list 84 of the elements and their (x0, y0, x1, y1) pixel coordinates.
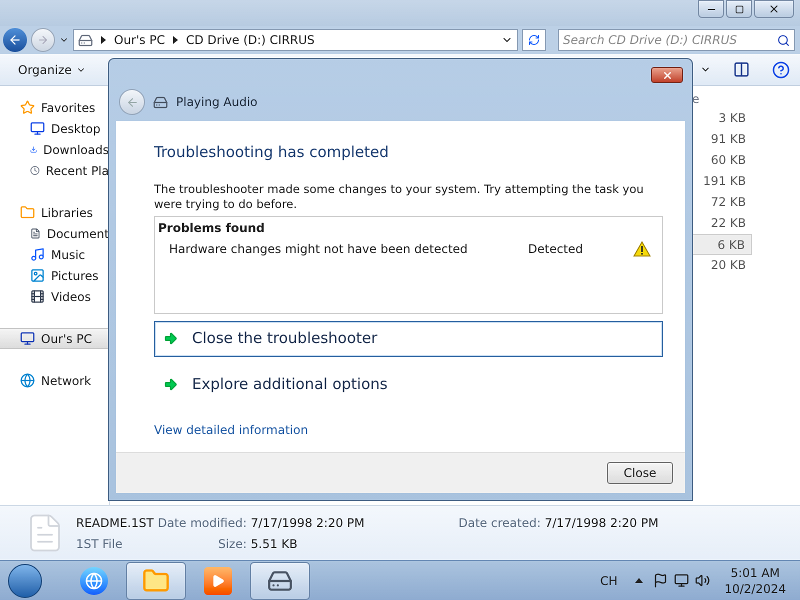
start-button[interactable] (8, 564, 42, 598)
problem-text: Hardware changes might not have been detected (169, 240, 469, 258)
size-cell[interactable]: 3 KB (690, 108, 752, 129)
arrow-icon (163, 331, 178, 346)
sidebar-item[interactable]: Pictures (0, 265, 109, 286)
maximize-icon (734, 4, 744, 14)
close-icon (768, 3, 780, 15)
field-label: Size: (217, 536, 247, 552)
field-value: 5.51 KB (250, 536, 298, 552)
back-button[interactable] (3, 28, 27, 52)
organize-menu[interactable]: Organize (10, 56, 94, 82)
dialog-message: The troubleshooter made some changes to your system. Try attempting the task you were trying to do before. (154, 182, 645, 212)
sidebar-item[interactable]: Favorites (0, 97, 109, 118)
refresh-icon (528, 34, 540, 46)
close-dialog-button[interactable]: Close (607, 462, 673, 484)
speaker-icon[interactable] (695, 573, 710, 588)
recent-icon (30, 163, 40, 178)
close-button[interactable] (651, 67, 683, 83)
media-player-icon (204, 566, 232, 594)
refresh-button[interactable] (522, 29, 546, 51)
search-icon (777, 34, 790, 46)
field-value: 7/17/1998 2:20 PM (250, 514, 364, 532)
size-cell[interactable]: 91 KB (690, 129, 752, 150)
file-name: README.1ST (76, 514, 154, 532)
maximize-button[interactable] (726, 0, 752, 18)
help-icon[interactable] (772, 60, 790, 78)
sidebar-item[interactable]: Videos (0, 286, 109, 307)
taskbar-button[interactable] (126, 562, 186, 600)
dialog-heading: Troubleshooting has completed (154, 142, 390, 163)
sidebar-item[interactable]: Network (0, 370, 109, 391)
videos-icon (30, 289, 45, 304)
documents-icon (30, 226, 41, 241)
command-link[interactable]: Close the troubleshooter (154, 320, 663, 356)
browser-icon (80, 566, 108, 594)
language-indicator[interactable]: CH (600, 572, 618, 590)
chevron-icon (172, 36, 178, 44)
forward-arrow-icon (37, 34, 49, 46)
drive-icon (153, 94, 168, 110)
sidebar-item[interactable]: Recent Pla (0, 160, 109, 181)
problems-header: Problems found (158, 220, 266, 236)
column-header[interactable]: e (690, 86, 752, 108)
sidebar-item[interactable]: Downloads (0, 139, 109, 160)
problem-status: Detected (528, 240, 584, 258)
address-bar[interactable]: Our's PC CD Drive (D:) CIRRUS (73, 29, 518, 51)
sidebar-item[interactable]: Our's PC (0, 328, 109, 349)
dialog-title: Playing Audio (176, 94, 258, 111)
preview-pane-icon[interactable] (733, 61, 750, 78)
size-cell[interactable]: 20 KB (690, 255, 752, 276)
close-icon (662, 70, 672, 80)
field-value: 7/17/1998 2:20 PM (544, 514, 658, 532)
folder-icon (142, 566, 170, 594)
file-type: 1ST File (76, 536, 124, 552)
size-cell[interactable]: 60 KB (690, 150, 752, 171)
search-field[interactable]: Search CD Drive (D:) CIRRUS (558, 29, 795, 51)
flag-icon[interactable] (653, 573, 668, 588)
command-link[interactable]: Explore additional options (154, 366, 663, 402)
sidebar-item[interactable]: Libraries (0, 202, 109, 223)
breadcrumb-item[interactable]: Our's PC (114, 31, 165, 49)
sidebar-item[interactable]: Desktop (0, 118, 109, 139)
desktop-icon (30, 121, 45, 136)
arrow-icon (163, 377, 178, 392)
clock[interactable]: 5:01 AM 10/2/2024 (724, 564, 786, 596)
libraries-icon (20, 205, 35, 220)
breadcrumb-item[interactable]: CD Drive (D:) CIRRUS (186, 31, 315, 49)
drive-icon (78, 32, 93, 48)
size-cell[interactable]: 72 KB (690, 192, 752, 213)
computer-icon (20, 331, 35, 346)
music-icon (30, 247, 45, 262)
field-label: Date created: (458, 514, 541, 532)
size-cell[interactable]: 22 KB (690, 213, 752, 234)
sidebar-item[interactable]: Music (0, 244, 109, 265)
taskbar-button[interactable] (250, 562, 310, 600)
size-cell[interactable]: 6 KB (690, 234, 752, 255)
back-arrow-icon (126, 96, 138, 108)
chevron-icon (101, 36, 106, 44)
favorites-icon (20, 100, 35, 115)
size-cell[interactable]: 191 KB (690, 171, 752, 192)
close-button[interactable] (754, 0, 794, 18)
details-link[interactable]: View detailed information (154, 420, 308, 438)
warning-icon (633, 240, 651, 256)
field-label: Date modified: (158, 514, 247, 532)
pictures-icon (30, 268, 45, 283)
sidebar-item[interactable]: Document (0, 223, 109, 244)
tray-arrow-icon[interactable] (635, 578, 644, 583)
